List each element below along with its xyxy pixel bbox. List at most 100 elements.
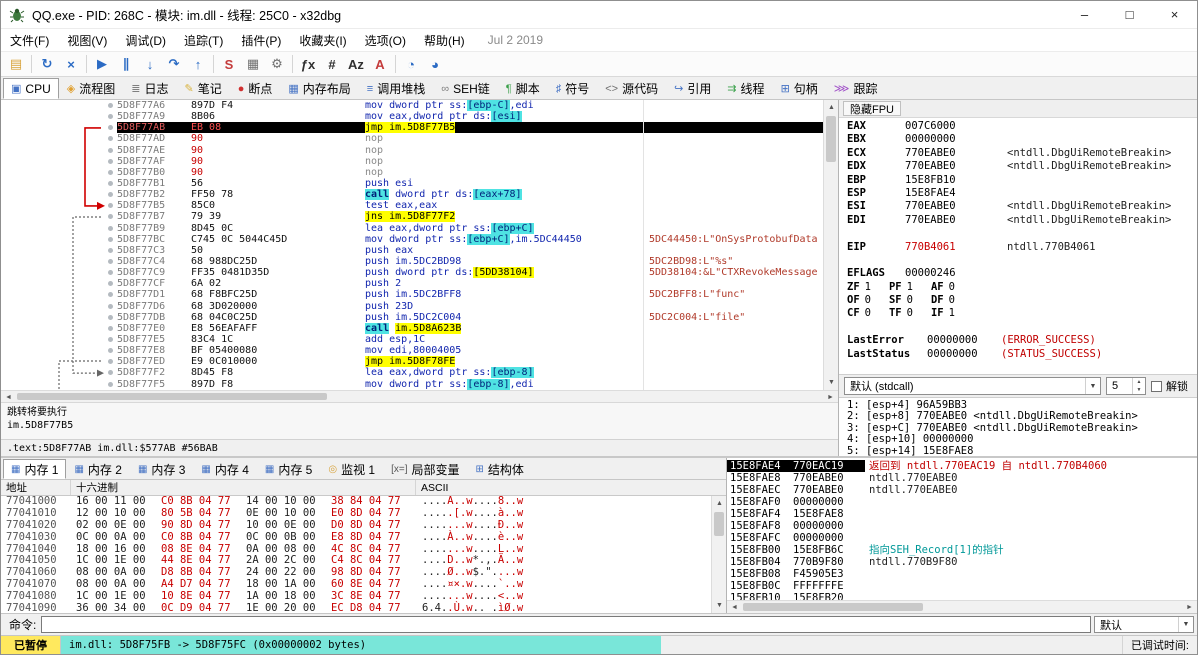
tab-dump-3[interactable]: ▦ 内存 3 [130,459,193,479]
step-into-button[interactable]: ↓ [138,53,162,75]
disasm-row[interactable]: 5D8F77BC C745 0C 5044C45D mov dword ptr ss… [1,233,823,245]
register-value[interactable]: 770EABE0 [905,147,975,160]
breakpoint-dot[interactable] [108,125,113,131]
tab-symbols[interactable]: ♯ 符号 [548,78,598,99]
tab-dump-4[interactable]: ▦ 内存 4 [193,459,256,479]
scroll-track[interactable] [712,511,726,598]
breakpoint-dot[interactable] [108,103,113,109]
scroll-track[interactable] [742,601,1182,613]
breakpoint-dot[interactable] [108,236,113,242]
breakpoint-dot[interactable] [108,158,113,164]
tab-seh[interactable]: ∞ SEH链 [433,78,498,99]
disasm-row[interactable]: 5D8F77CF 6A 02 push 2 [1,278,823,290]
register-value[interactable]: 00000000 [927,334,997,347]
disasm-row[interactable]: 5D8F77AF 90 nop [1,155,823,167]
column-header-address[interactable]: 地址 [1,480,71,495]
breakpoint-dot[interactable] [108,325,113,331]
register-value[interactable]: 00000000 [927,348,997,361]
register-value[interactable]: 770EABE0 [905,160,975,173]
tab-log[interactable]: ≣ 日志 [123,78,176,99]
dump-row[interactable]: 77041010 12 00 10 00 80 5B 04 77 0E 00 10 0… [1,507,711,520]
execute-till-return-button[interactable]: ↑ [186,53,210,75]
disasm-row[interactable]: 5D8F77E0 E8 56EAFAFF call im.5D8A623B [1,322,823,334]
disasm-row[interactable]: 5D8F77E5 83C4 1C add esp,1C [1,333,823,346]
stack-row[interactable]: 15E8FAEC 770EABE0 ntdll.770EABE0 [727,484,1197,496]
debug-help-button[interactable]: ◕ [423,53,447,75]
flag-value[interactable]: 0 [907,294,913,306]
register-value[interactable]: 15E8FAE4 [905,187,975,200]
hide-fpu-button[interactable]: 隐藏FPU [843,101,901,116]
trace-button[interactable]: S [217,53,241,75]
menu-item[interactable]: 调试(D) [116,29,175,52]
tab-call-stack[interactable]: ≡ 调用堆栈 [359,78,433,99]
argument-line[interactable]: 4: [esp+10] 00000000 [847,433,1197,445]
flag-value[interactable]: 0 [907,307,913,319]
breakpoint-dot[interactable] [108,370,113,376]
menu-item[interactable]: 文件(F) [1,29,58,52]
tab-references[interactable]: ↪ 引用 [666,78,719,99]
disasm-row[interactable]: 5D8F77ED E9 0C010000 jmp im.5D8F78FE [1,356,823,368]
strings-az-button[interactable]: Az [344,53,368,75]
disasm-row[interactable]: 5D8F77F2 8D45 F8 lea eax,dword ptr ss:[ebp… [1,367,823,379]
tab-dump-1[interactable]: ▦ 内存 1 [3,459,67,479]
disasm-row[interactable]: 5D8F77B0 90 nop [1,166,823,178]
breakpoint-dot[interactable] [108,169,113,175]
pause-button[interactable]: ∥ [114,53,138,75]
scroll-left-icon[interactable]: ◄ [727,601,742,613]
flag-value[interactable]: 1 [907,281,913,293]
disasm-row[interactable]: 5D8F77B5 85C0 test eax,eax [1,200,823,212]
flag-value[interactable]: 0 [865,294,871,306]
disasm-row[interactable]: 5D8F77C9 FF35 0481D35D push dword ptr ds:[… [1,267,823,279]
disasm-row[interactable]: 5D8F77AE 90 nop [1,144,823,156]
checkbox-box[interactable] [1151,380,1162,392]
disasm-vertical-scrollbar[interactable]: ▲ ▼ [823,100,838,390]
tab-breakpoints[interactable]: ● 断点 [230,78,281,99]
register-value[interactable]: 770EABE0 [905,200,975,213]
breakpoint-dot[interactable] [108,359,113,365]
tab-trace-tab[interactable]: ⋙ 跟踪 [826,78,886,99]
disasm-horizontal-scrollbar[interactable]: ◄ ► [1,390,838,402]
tab-script[interactable]: ¶ 脚本 [498,78,548,99]
scroll-thumb[interactable] [743,603,923,611]
stack-row[interactable]: 15E8FB10 15E8FB20 [727,592,1197,600]
unlock-checkbox[interactable]: 解锁 [1151,378,1192,394]
scroll-up-icon[interactable]: ▲ [824,100,838,115]
register-value[interactable]: 770EABE0 [905,214,975,227]
column-header-hex[interactable]: 十六进制 [71,480,416,495]
register-value[interactable]: 15E8FB10 [905,174,975,187]
dump-row[interactable]: 77041090 36 00 34 00 0C D9 04 77 1E 00 20 0… [1,602,711,613]
stack-row[interactable]: 15E8FAF8 00000000 [727,520,1197,532]
register-value[interactable]: 770B4061 [905,241,975,254]
stepper-arrows[interactable]: ▲ ▼ [1132,378,1145,394]
flag-value[interactable]: 0 [949,281,955,293]
disasm-row[interactable]: 5D8F77C4 68 988DC25D push im.5DC2BD98 5DC2B… [1,255,823,268]
menu-item[interactable]: 视图(V) [58,29,116,52]
disasm-row[interactable]: 5D8F77D1 68 F8BFC25D push im.5DC2BFF8 5DC2B… [1,289,823,301]
column-header-ascii[interactable]: ASCII [416,482,726,494]
breakpoint-dot[interactable] [108,114,113,120]
breakpoint-dot[interactable] [108,203,113,209]
disasm-row[interactable]: 5D8F77A6 897D F4 mov dword ptr ss:[ebp-C],… [1,100,823,112]
tab-locals[interactable]: [x=] 局部变量 [383,459,467,479]
scroll-track[interactable] [16,391,823,402]
settings-gear-button[interactable]: ⚙ [265,53,289,75]
stop-button[interactable]: × [59,53,83,75]
disasm-row[interactable]: 5D8F77B1 56 push esi [1,177,823,190]
menu-item[interactable]: 帮助(H) [415,29,474,52]
tab-dump-5[interactable]: ▦ 内存 5 [257,459,320,479]
tab-cpu[interactable]: ▣ CPU [3,78,59,99]
command-profile-select[interactable]: 默认 ▼ [1094,616,1194,633]
stack-row[interactable]: 15E8FB04 770B9F80 ntdll.770B9F80 [727,556,1197,568]
stack-row[interactable]: 15E8FAE4 770EAC19 返回到 ntdll.770EAC19 自 ntd… [727,460,1197,472]
menu-item[interactable]: 插件(P) [232,29,290,52]
breakpoint-dot[interactable] [108,303,113,309]
patches-button[interactable]: # [320,53,344,75]
breakpoint-dot[interactable] [108,337,113,343]
stepper-down-icon[interactable]: ▼ [1133,386,1145,394]
stack-horizontal-scrollbar[interactable]: ◄ ► [727,600,1197,613]
disasm-row[interactable]: 5D8F77DB 68 04C0C25D push im.5DC2C004 5DC2C… [1,311,823,323]
breakpoint-dot[interactable] [108,381,113,387]
breakpoint-dot[interactable] [108,270,113,276]
scylla-button[interactable]: ◔ [399,53,423,75]
tab-struct[interactable]: ⊞ 结构体 [468,459,532,479]
